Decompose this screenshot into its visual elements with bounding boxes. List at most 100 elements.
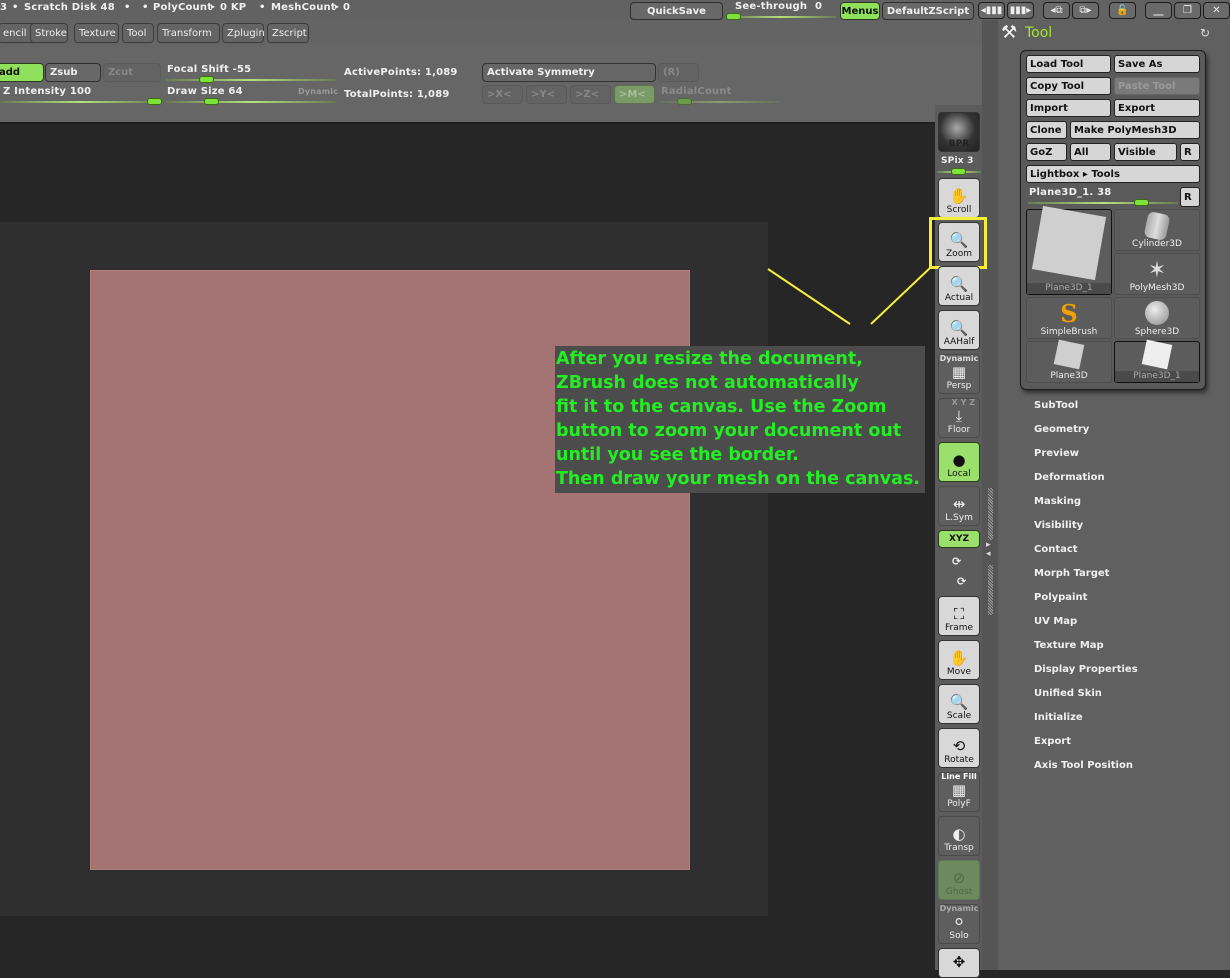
default-zscript-button[interactable]: DefaultZScript (882, 2, 974, 20)
subpalette-texture-map[interactable]: Texture Map (1034, 640, 1104, 651)
local-button[interactable]: ● Local (938, 442, 980, 482)
symmetry-y-button[interactable]: >Y< (526, 85, 567, 104)
import-button[interactable]: Import (1026, 99, 1111, 117)
collapse-arrows-icon[interactable]: ▸ ◂ (986, 541, 991, 559)
goz-all-button[interactable]: All (1070, 143, 1111, 161)
tool-r-button[interactable]: R (1180, 187, 1200, 207)
menus-toggle[interactable]: Menus (840, 2, 880, 20)
shelf-scrollbar-upper[interactable] (988, 488, 993, 540)
rotate-button[interactable]: ⟲ Rotate (938, 728, 980, 768)
dynamic-label[interactable]: Dynamic (298, 87, 338, 96)
lsym-button[interactable]: ⇹ L.Sym (938, 486, 980, 526)
subpalette-display-properties[interactable]: Display Properties (1034, 664, 1138, 675)
radial-r-button[interactable]: (R) (658, 63, 699, 82)
tool-thumb-simplebrush[interactable]: S SimpleBrush (1026, 297, 1112, 339)
subpalette-unified-skin[interactable]: Unified Skin (1034, 688, 1102, 699)
tool-thumb-polymesh3d[interactable]: ✶ PolyMesh3D (1114, 253, 1200, 295)
palette-reset-icon[interactable]: ↻ (1200, 26, 1210, 40)
transpose-button[interactable]: ✥ (938, 948, 980, 978)
z-rotate-icon[interactable]: ⟳ (957, 575, 966, 588)
close-icon[interactable]: ✕ (1203, 2, 1230, 19)
current-tool-slider[interactable] (1028, 202, 1178, 204)
bpr-button[interactable]: BPR (938, 112, 980, 152)
subpalette-geometry[interactable]: Geometry (1034, 424, 1089, 435)
menu-stroke[interactable]: Stroke (30, 23, 68, 43)
quicksave-button[interactable]: QuickSave (630, 2, 723, 20)
persp-dynamic-tag[interactable]: Dynamic (939, 354, 979, 363)
frame-button[interactable]: ⛶ Frame (938, 596, 980, 636)
zadd-button[interactable]: add (0, 63, 44, 82)
spix-slider-knob[interactable] (951, 168, 966, 175)
copy-tool-button[interactable]: Copy Tool (1026, 77, 1111, 95)
activate-symmetry-button[interactable]: Activate Symmetry (482, 63, 656, 82)
seethrough-slider[interactable] (726, 16, 836, 18)
goz-r-button[interactable]: R (1180, 143, 1200, 161)
menu-zplugin[interactable]: Zplugin (222, 23, 265, 43)
ghost-button[interactable]: ⊘ Ghost (938, 860, 980, 900)
subpalette-deformation[interactable]: Deformation (1034, 472, 1105, 483)
floor-button[interactable]: X Y Z ⤓ Floor (938, 398, 980, 438)
scroll-button[interactable]: ✋ Scroll (938, 178, 980, 218)
restore-icon[interactable]: ❐ (1174, 2, 1201, 19)
actual-button[interactable]: 🔍 Actual (938, 266, 980, 306)
subpalette-axis-tool-position[interactable]: Axis Tool Position (1034, 760, 1133, 771)
goz-button[interactable]: GoZ (1026, 143, 1067, 161)
menu-tool[interactable]: Tool (122, 23, 154, 43)
menu-zscript[interactable]: Zscript (267, 23, 309, 43)
tool-thumb-plane3d-1-current[interactable]: Plane3D_1 (1026, 205, 1112, 295)
shrink-right-icon[interactable]: ▮▮▮▸ (1007, 2, 1034, 19)
aahalf-button[interactable]: 🔍 AAHalf (938, 310, 980, 350)
minimize-icon[interactable]: ⎽ (1145, 2, 1172, 19)
focal-shift-slider-knob[interactable] (199, 76, 214, 83)
tool-thumb-plane3d-1[interactable]: Plane3D_1 (1114, 339, 1200, 383)
subpalette-initialize[interactable]: Initialize (1034, 712, 1083, 723)
paste-tool-button[interactable]: Paste Tool (1114, 77, 1200, 95)
shelf-scrollbar-lower[interactable] (988, 565, 993, 615)
tool-thumb-cylinder3d[interactable]: Cylinder3D (1114, 209, 1200, 251)
subpalette-export[interactable]: Export (1034, 736, 1071, 747)
subpalette-morph-target[interactable]: Morph Target (1034, 568, 1109, 579)
focal-shift-slider[interactable] (166, 79, 336, 81)
lightbox-tools-button[interactable]: Lightbox ▸ Tools (1026, 165, 1200, 183)
zcut-button[interactable]: Zcut (103, 63, 161, 82)
seethrough-slider-knob[interactable] (726, 13, 741, 20)
solo-button[interactable]: Dynamic ⚪ Solo (938, 904, 980, 944)
zsub-button[interactable]: Zsub (45, 63, 101, 82)
subpalette-contact[interactable]: Contact (1034, 544, 1078, 555)
z-intensity-slider[interactable] (0, 101, 162, 103)
tool-thumb-sphere3d[interactable]: Sphere3D (1114, 297, 1200, 339)
make-polymesh3d-button[interactable]: Make PolyMesh3D (1070, 121, 1200, 139)
menu-texture[interactable]: Texture (74, 23, 119, 43)
clone-button[interactable]: Clone (1026, 121, 1067, 139)
subpalette-visibility[interactable]: Visibility (1034, 520, 1083, 531)
menu-transform[interactable]: Transform (157, 23, 220, 43)
symmetry-x-button[interactable]: >X< (482, 85, 523, 104)
draw-size-slider[interactable] (166, 101, 336, 103)
export-button[interactable]: Export (1114, 99, 1200, 117)
goz-visible-button[interactable]: Visible (1114, 143, 1177, 161)
y-rotate-icon[interactable]: ⟳ (952, 555, 961, 568)
move-button[interactable]: ✋ Move (938, 640, 980, 680)
symmetry-z-button[interactable]: >Z< (570, 85, 611, 104)
subpalette-uv-map[interactable]: UV Map (1034, 616, 1077, 627)
radial-count-slider-knob[interactable] (677, 98, 692, 105)
layout-next-icon[interactable]: ⧉▸ (1072, 2, 1099, 19)
current-tool-slider-knob[interactable] (1134, 199, 1149, 206)
lock-icon[interactable]: 🔓 (1109, 2, 1136, 19)
layout-prev-icon[interactable]: ◂⧉ (1043, 2, 1070, 19)
polyf-linefill-tag[interactable]: Line Fill (939, 772, 979, 781)
symmetry-m-button[interactable]: >M< (614, 85, 655, 104)
solo-dynamic-tag[interactable]: Dynamic (939, 904, 979, 913)
xyz-rotate-button[interactable]: XYZ (938, 530, 980, 548)
persp-button[interactable]: Dynamic ▦ Persp (938, 354, 980, 394)
load-tool-button[interactable]: Load Tool (1026, 55, 1111, 73)
floor-axis-tag[interactable]: X Y Z (939, 398, 979, 407)
draw-size-slider-knob[interactable] (204, 98, 219, 105)
z-intensity-slider-knob[interactable] (147, 98, 162, 105)
shrink-left-icon[interactable]: ◂▮▮▮ (978, 2, 1005, 19)
tool-palette-title[interactable]: Tool (1025, 25, 1052, 41)
tool-thumb-plane3d[interactable]: Plane3D (1026, 339, 1112, 383)
subpalette-preview[interactable]: Preview (1034, 448, 1079, 459)
save-as-button[interactable]: Save As (1114, 55, 1200, 73)
subpalette-masking[interactable]: Masking (1034, 496, 1081, 507)
